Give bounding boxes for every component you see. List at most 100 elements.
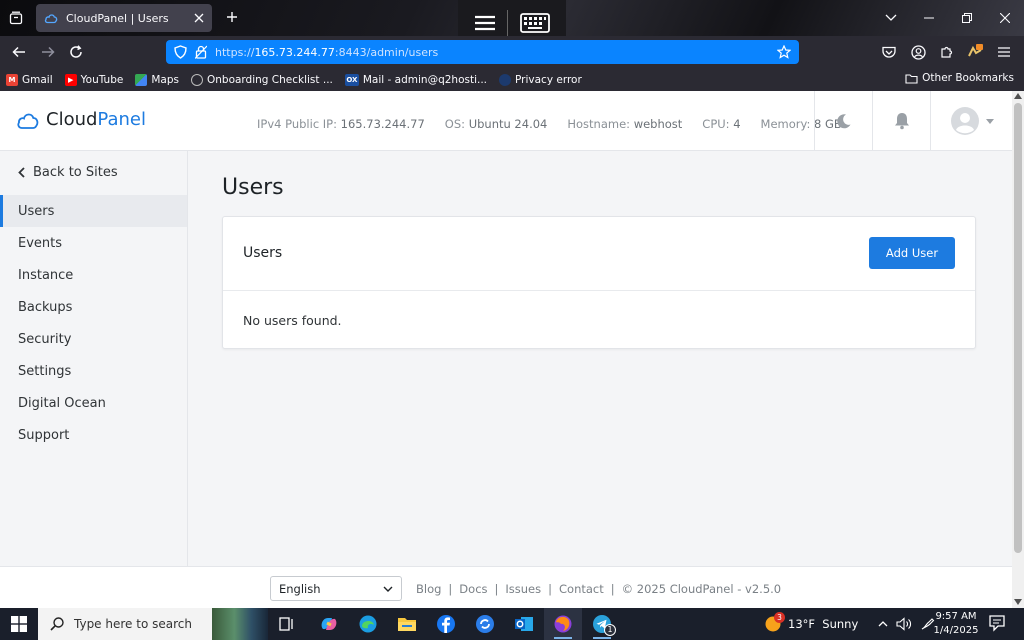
hostname-value: webhost bbox=[633, 117, 683, 131]
keyboard-icon[interactable] bbox=[520, 13, 551, 33]
address-bar[interactable]: https://165.73.244.77:8443/admin/users bbox=[166, 40, 799, 64]
logo-text: CloudPanel bbox=[46, 109, 146, 130]
page-scrollbar[interactable] bbox=[1012, 91, 1024, 608]
restore-icon[interactable] bbox=[948, 0, 986, 36]
app-menu-icon[interactable] bbox=[993, 42, 1015, 62]
ip-label: IPv4 Public IP: bbox=[257, 117, 337, 131]
url-path: :8443/admin/users bbox=[334, 45, 439, 59]
outlook-icon[interactable] bbox=[505, 608, 543, 640]
logo-text-panel: Panel bbox=[97, 109, 146, 130]
bookmark-star-icon[interactable] bbox=[777, 45, 791, 59]
pocket-icon[interactable] bbox=[878, 42, 900, 62]
back-arrow-icon[interactable] bbox=[8, 42, 30, 62]
bookmark-youtube[interactable]: ▶ YouTube bbox=[64, 73, 124, 86]
sidebar-item-settings[interactable]: Settings bbox=[0, 355, 187, 387]
bookmark-gmail[interactable]: M Gmail bbox=[6, 73, 53, 86]
sidebar-item-events[interactable]: Events bbox=[0, 227, 187, 259]
bookmark-label: Gmail bbox=[22, 73, 53, 86]
scroll-up-arrow-icon[interactable] bbox=[1014, 93, 1022, 99]
scrollbar-thumb[interactable] bbox=[1014, 103, 1022, 553]
taskbar-search-box[interactable]: Type here to search bbox=[38, 608, 268, 640]
minimize-icon[interactable] bbox=[910, 0, 948, 36]
close-tab-icon[interactable] bbox=[194, 13, 204, 23]
reload-icon[interactable] bbox=[65, 42, 87, 62]
other-bookmarks[interactable]: Other Bookmarks bbox=[905, 72, 1014, 84]
tab-overflow-chevron-icon[interactable] bbox=[872, 0, 910, 36]
url-protocol: https:// bbox=[215, 45, 255, 59]
avatar-icon bbox=[950, 106, 980, 136]
bookmark-label: Mail - admin@q2hosti... bbox=[362, 73, 488, 86]
account-icon[interactable] bbox=[907, 42, 929, 62]
bookmarks-toolbar: M Gmail ▶ YouTube Maps Onboarding Checklis… bbox=[0, 68, 1024, 91]
sidebar-item-security[interactable]: Security bbox=[0, 323, 187, 355]
toolbar-divider bbox=[507, 10, 509, 36]
footer-link-blog[interactable]: Blog bbox=[416, 582, 441, 596]
user-menu[interactable] bbox=[930, 91, 1012, 151]
show-hidden-icons-chevron-icon[interactable] bbox=[878, 621, 888, 627]
window-controls bbox=[872, 0, 1024, 36]
footer-link-docs[interactable]: Docs bbox=[459, 582, 487, 596]
language-select[interactable]: English bbox=[270, 576, 402, 601]
sidebar-item-users[interactable]: Users bbox=[0, 195, 187, 227]
bookmark-onboarding-checklist[interactable]: Onboarding Checklist ... bbox=[190, 73, 333, 86]
hostname-info: Hostname: webhost bbox=[567, 117, 682, 131]
search-highlight-image bbox=[212, 608, 268, 640]
mail-favicon-icon: OX bbox=[344, 73, 359, 86]
dark-mode-toggle[interactable] bbox=[814, 91, 872, 151]
bookmark-privacy-error[interactable]: Privacy error bbox=[499, 73, 582, 86]
footer-separator: | bbox=[448, 582, 453, 596]
maps-favicon-icon bbox=[135, 73, 148, 86]
sidebar-item-support[interactable]: Support bbox=[0, 419, 187, 451]
close-window-icon[interactable] bbox=[986, 0, 1024, 36]
sidebar-item-instance[interactable]: Instance bbox=[0, 259, 187, 291]
cpu-info: CPU: 4 bbox=[702, 117, 740, 131]
footer-separator: | bbox=[494, 582, 499, 596]
task-view-icon[interactable] bbox=[268, 608, 306, 640]
app-header: CloudPanel IPv4 Public IP: 165.73.244.77… bbox=[0, 91, 1012, 151]
footer-link-issues[interactable]: Issues bbox=[505, 582, 541, 596]
speaker-volume-icon[interactable] bbox=[896, 617, 912, 631]
taskbar-clock[interactable]: 9:57 AM 1/4/2025 bbox=[930, 610, 982, 638]
footer-links: Blog | Docs | Issues | Contact | © 2025 Clou… bbox=[416, 582, 781, 596]
add-user-button[interactable]: Add User bbox=[869, 237, 955, 269]
system-info: IPv4 Public IP: 165.73.244.77 OS: Ubuntu… bbox=[257, 117, 842, 131]
forward-arrow-icon[interactable] bbox=[37, 42, 59, 62]
notifications-button[interactable] bbox=[872, 91, 930, 151]
bookmark-maps[interactable]: Maps bbox=[135, 73, 179, 86]
sidebar-item-digital-ocean[interactable]: Digital Ocean bbox=[0, 387, 187, 419]
copilot-icon[interactable] bbox=[310, 608, 348, 640]
notification-center-icon[interactable] bbox=[988, 614, 1008, 634]
system-tray: 3 13°F Sunny bbox=[764, 608, 936, 640]
footer-link-contact[interactable]: Contact bbox=[559, 582, 604, 596]
hamburger-menu-icon[interactable] bbox=[474, 15, 496, 31]
firefox-icon[interactable] bbox=[544, 608, 582, 640]
sidebar-item-backups[interactable]: Backups bbox=[0, 291, 187, 323]
facebook-icon[interactable] bbox=[427, 608, 465, 640]
privacy-error-favicon-icon bbox=[499, 73, 512, 86]
new-tab-plus-icon[interactable] bbox=[222, 7, 242, 27]
extensions-puzzle-icon[interactable] bbox=[936, 42, 958, 62]
windows-start-icon[interactable] bbox=[0, 608, 38, 640]
weather-widget[interactable]: 3 13°F Sunny bbox=[764, 612, 859, 633]
cloud-logo-icon bbox=[16, 110, 40, 130]
back-to-sites-link[interactable]: Back to Sites bbox=[18, 165, 118, 180]
file-explorer-icon[interactable] bbox=[388, 608, 426, 640]
scroll-down-arrow-icon[interactable] bbox=[1014, 599, 1022, 605]
list-all-tabs-icon[interactable] bbox=[4, 6, 28, 30]
tracking-shield-icon[interactable] bbox=[174, 45, 187, 59]
sync-app-icon[interactable] bbox=[466, 608, 504, 640]
bookmark-label: YouTube bbox=[80, 73, 124, 86]
tab-cloudpanel-users[interactable]: CloudPanel | Users bbox=[36, 4, 212, 32]
addon-extension-icon[interactable] bbox=[964, 42, 986, 62]
ip-info: IPv4 Public IP: 165.73.244.77 bbox=[257, 117, 425, 131]
padlock-warning-icon[interactable] bbox=[195, 45, 207, 59]
weather-text: 13°F Sunny bbox=[788, 617, 859, 631]
bookmark-mail-admin[interactable]: OX Mail - admin@q2hosti... bbox=[344, 73, 488, 86]
telegram-icon[interactable]: 1 bbox=[583, 608, 621, 640]
edge-browser-icon[interactable] bbox=[349, 608, 387, 640]
bookmark-label: Maps bbox=[151, 73, 179, 86]
cloudpanel-logo[interactable]: CloudPanel bbox=[16, 109, 146, 130]
weather-badge: 3 bbox=[774, 612, 785, 623]
sidebar-nav: Users Events Instance Backups Security S… bbox=[0, 195, 187, 451]
url-host: 165.73.244.77 bbox=[254, 45, 335, 59]
